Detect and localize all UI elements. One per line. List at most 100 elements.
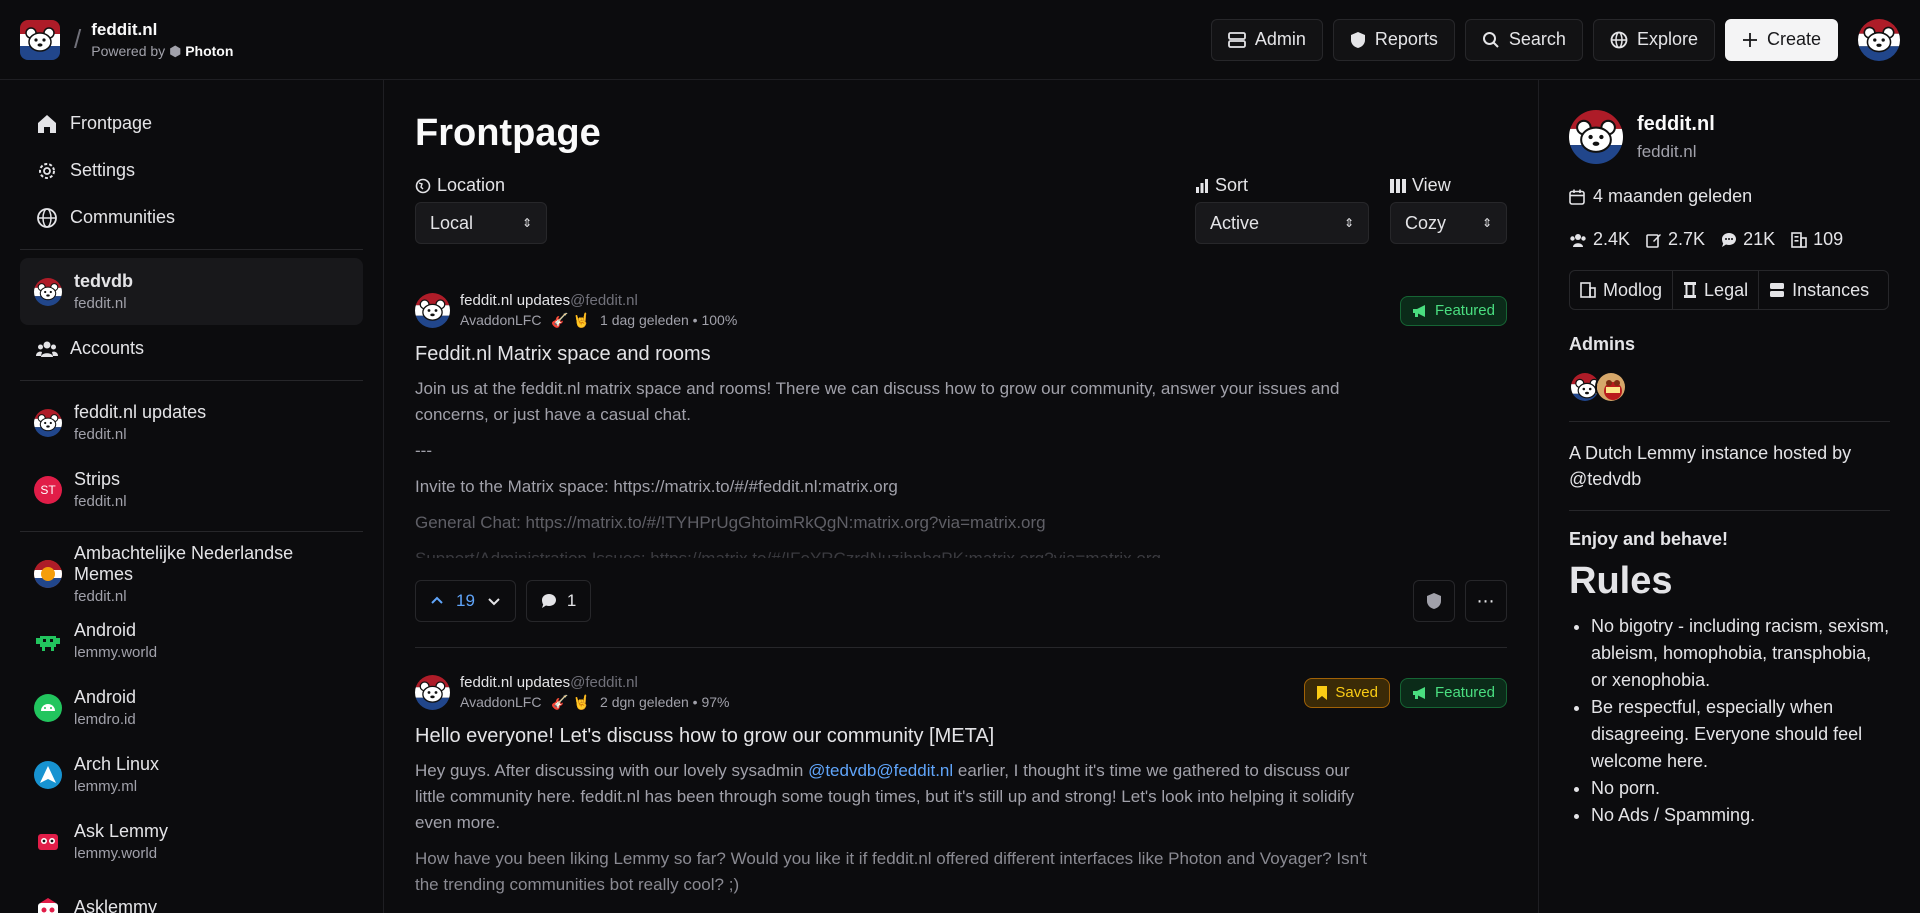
calendar-icon [1569,189,1585,205]
create-label: Create [1766,29,1821,49]
sidebar-community[interactable]: Android lemmy.world [20,607,363,674]
community-instance: lemmy.world [74,644,158,661]
top-bar: / feddit.nl Powered by ⬢ Photon Admin Re… [0,0,1920,80]
location-label-text: Location [437,175,506,195]
author-flair: 🎸 🤘 [551,694,591,710]
post-title[interactable]: Hello everyone! Let's discuss how to gro… [415,725,1507,748]
post-author[interactable]: AvaddonLFC [460,312,541,328]
site-logo[interactable] [20,20,60,60]
vote-control: 19 [415,580,516,622]
sidebar-community[interactable]: feddit.nl updates feddit.nl [20,389,363,456]
admin-button[interactable]: Admin [1210,18,1323,61]
legal-button[interactable]: Legal [1673,271,1760,309]
megaphone-icon [1412,686,1425,699]
stat-posts: 2.7K [1646,229,1705,250]
more-options-button[interactable]: ⋯ [1465,580,1507,622]
building-icon [1580,282,1596,298]
rules-heading: Rules [1569,560,1673,602]
edit-icon [1646,233,1662,248]
right-sidebar: feddit.nl feddit.nl 4 maanden geleden 2.… [1538,80,1920,913]
sidebar-community[interactable]: Asklemmy [20,875,363,913]
create-button[interactable]: Create [1724,18,1838,61]
post-card: feddit.nl updates@feddit.nl AvaddonLFC 🎸… [415,648,1507,913]
users-icon [36,341,58,357]
sidebar-community[interactable]: ST Strips feddit.nl [20,456,363,523]
sidebar-community[interactable]: Android lemdro.id [20,674,363,741]
upvote-icon[interactable] [430,594,444,608]
admins-list [1569,371,1890,403]
instance-links: Modlog Legal Instances [1569,270,1889,310]
community-icon [34,760,62,789]
community-icon [34,409,62,437]
sidebar-item-settings[interactable]: Settings [20,147,363,194]
post-title[interactable]: Feddit.nl Matrix space and rooms [415,343,1507,366]
post-meta: feddit.nl updates@feddit.nl AvaddonLFC 🎸… [460,674,730,711]
post-card: feddit.nl updates@feddit.nl AvaddonLFC 🎸… [415,268,1507,648]
sidebar-item-communities[interactable]: Communities [20,194,363,241]
divider [1569,421,1890,422]
community-avatar[interactable] [415,675,450,710]
sidebar-community[interactable]: Ask Lemmy lemmy.world [20,808,363,875]
modlog-button[interactable]: Modlog [1570,271,1674,309]
community-name: feddit.nl updates [460,292,571,309]
admin-avatar[interactable] [1595,371,1627,403]
post-community[interactable]: feddit.nl updates@feddit.nl [460,674,730,691]
main-content: Frontpage Location Local ⇕ Sort Active ⇕ [385,80,1537,913]
sidebar-community[interactable]: Arch Linux lemmy.ml [20,741,363,808]
site-name[interactable]: feddit.nl [91,20,233,40]
breadcrumb-separator: / [74,24,82,54]
post-community[interactable]: feddit.nl updates@feddit.nl [460,292,737,309]
explore-button[interactable]: Explore [1592,18,1715,61]
instance-domain: feddit.nl [1637,141,1697,161]
post-author[interactable]: AvaddonLFC [460,694,541,710]
comments-button[interactable]: 1 [525,580,592,622]
sidebar-item-accounts[interactable]: Accounts [20,325,363,372]
community-name: Strips [74,469,121,489]
reports-button[interactable]: Reports [1332,18,1455,61]
post-body: Join us at the feddit.nl matrix space an… [415,376,1375,562]
gavel-icon [1684,282,1697,298]
sidebar-label: Accounts [70,338,145,358]
powered-by-name[interactable]: Photon [185,43,233,59]
stat-comments: 21K [1721,229,1775,250]
sidebar-item-frontpage[interactable]: Frontpage [20,100,363,147]
shield-icon [1427,593,1441,609]
divider [20,380,363,381]
sort-select[interactable]: Active ⇕ [1195,202,1369,244]
admin-label: Admin [1254,29,1306,49]
divider [1569,510,1890,511]
user-avatar[interactable] [1858,19,1900,61]
community-name: feddit.nl updates [74,402,207,422]
sort-control: Sort Active ⇕ [1195,175,1369,244]
community-instance: lemmy.world [74,845,158,862]
downvote-icon[interactable] [487,594,501,608]
community-name: Arch Linux [74,754,160,774]
location-select[interactable]: Local ⇕ [415,202,547,244]
stat-posts-value: 2.7K [1668,229,1706,249]
vote-score: 19 [456,591,475,610]
community-icon [34,828,62,856]
account-name: tedvdb [74,271,134,291]
community-instance: feddit.nl [74,493,127,510]
search-button[interactable]: Search [1464,18,1583,61]
view-label-text: View [1412,175,1451,195]
post-paragraph: General Chat: https://matrix.to/#/!TYHPr… [415,513,1046,532]
community-avatar[interactable] [415,293,450,328]
moderate-button[interactable] [1413,580,1455,622]
user-mention-link[interactable]: @tedvdb@feddit.nl [808,761,953,780]
community-name: Android [74,687,137,707]
community-instance: feddit.nl [74,587,127,605]
community-instance: @feddit.nl [570,292,638,309]
stat-comments-value: 21K [1743,229,1776,249]
instances-label: Instances [1792,279,1870,300]
instance-header: feddit.nl feddit.nl [1569,110,1890,164]
instances-button[interactable]: Instances [1759,271,1879,309]
reports-label: Reports [1374,29,1438,49]
post-meta: feddit.nl updates@feddit.nl AvaddonLFC 🎸… [460,292,737,329]
bar-chart-icon [1196,178,1208,193]
sidebar-community[interactable]: Ambachtelijke Nederlandse Memes feddit.n… [20,540,363,607]
account-avatar [34,278,62,306]
view-select[interactable]: Cozy ⇕ [1390,202,1507,244]
location-control: Location Local ⇕ [415,175,547,244]
sidebar-account-current[interactable]: tedvdb feddit.nl [20,258,363,325]
